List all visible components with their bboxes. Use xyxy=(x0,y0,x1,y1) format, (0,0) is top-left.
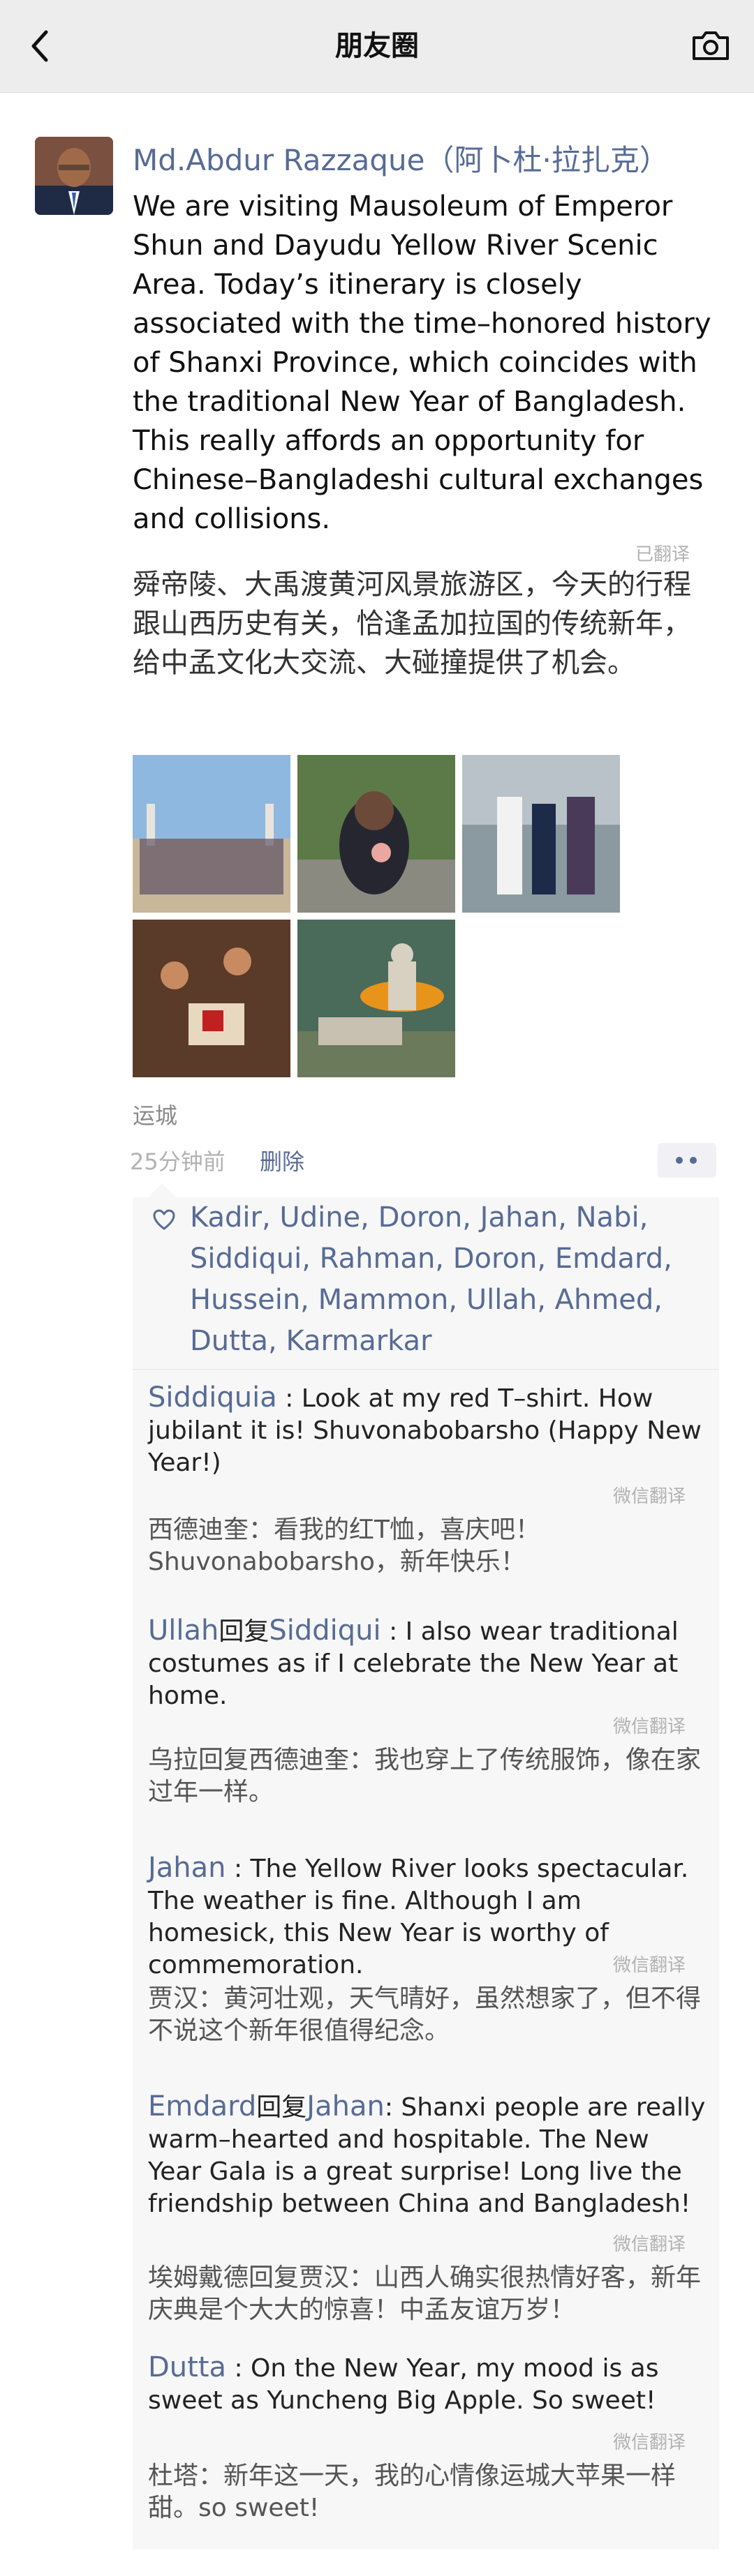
comment-translation: 乌拉回复西德迪奎：我也穿上了传统服饰，像在家过年一样。 xyxy=(148,1746,702,1806)
post-photo-4[interactable] xyxy=(133,920,290,1077)
wechat-translate-label: 微信翻译 xyxy=(613,2432,686,2453)
comment-translation: 杜塔：新年这一天，我的心情像运城大苹果一样甜。so sweet! xyxy=(148,2462,677,2522)
post-photo-3[interactable] xyxy=(462,755,620,913)
post-text-english: We are visiting Mausoleum of Emperor Shu… xyxy=(133,190,711,535)
post-photo-1[interactable] xyxy=(133,755,290,913)
comment[interactable]: Ullah回复Siddiqui : I also wear traditiona… xyxy=(148,1615,707,1712)
comment[interactable]: Emdard回复Jahan: Shanxi people are really … xyxy=(148,2090,707,2220)
likes-divider xyxy=(133,1369,719,1370)
wechat-translate-label: 微信翻译 xyxy=(613,1486,686,1507)
heart-icon xyxy=(153,1209,175,1230)
avatar[interactable] xyxy=(35,137,113,215)
post-time: 25分钟前 xyxy=(130,1148,226,1175)
post-photo-2[interactable] xyxy=(297,755,455,913)
comment-reply-to[interactable]: Siddiqui xyxy=(269,1615,380,1647)
wechat-translate-label: 微信翻译 xyxy=(613,1716,686,1737)
nav-bar: 朋友圈 xyxy=(0,0,754,93)
wechat-translate-label: 微信翻译 xyxy=(613,2234,686,2255)
comment-translation: 埃姆戴德回复贾汉：山西人确实很热情好客，新年庆典是个大大的惊喜！中孟友谊万岁！ xyxy=(148,2263,702,2324)
post-text-chinese: 舜帝陵、大禹渡黄河风景旅游区，今天的行程跟山西历史有关，恰逢孟加拉国的传统新年，… xyxy=(133,569,691,679)
comment[interactable]: Dutta : On the New Year, my mood is as s… xyxy=(148,2351,707,2417)
comment-author[interactable]: Siddiquia xyxy=(148,1381,277,1414)
camera-icon[interactable] xyxy=(691,29,730,61)
comment-author[interactable]: Emdard xyxy=(148,2090,256,2122)
page-title: 朋友圈 xyxy=(335,30,419,62)
author-name[interactable]: Md.Abdur Razzaque（阿卜杜·拉扎克） xyxy=(133,137,669,179)
comment-reply-word: 回复 xyxy=(219,1617,269,1646)
likes-list[interactable]: Kadir, Udine, Doron, Jahan, Nabi, Siddiq… xyxy=(190,1197,707,1362)
more-dots-icon[interactable] xyxy=(658,1143,716,1178)
comment-author[interactable]: Jahan xyxy=(148,1852,226,1884)
comment-author[interactable]: Ullah xyxy=(148,1615,219,1647)
translated-label: 已翻译 xyxy=(635,544,690,565)
comment-author[interactable]: Dutta xyxy=(148,2351,226,2383)
comment-reply-word: 回复 xyxy=(256,2093,307,2122)
wechat-translate-label: 微信翻译 xyxy=(613,1955,686,1976)
comment[interactable]: Siddiquia : Look at my red T–shirt. How … xyxy=(148,1381,707,1479)
post-photo-5[interactable] xyxy=(297,920,455,1077)
comment-panel-pointer xyxy=(148,1183,176,1197)
comment-reply-to[interactable]: Jahan xyxy=(306,2090,385,2122)
comment-body: : The Yellow River looks spectacular. Th… xyxy=(148,1855,689,1979)
post-location[interactable]: 运城 xyxy=(133,1098,177,1130)
comment-translation: 贾汉：黄河壮观，天气晴好，虽然想家了，但不得不说这个新年很值得纪念。 xyxy=(148,1984,702,2045)
delete-link[interactable]: 删除 xyxy=(260,1144,304,1176)
comment-translation: 西德迪奎：看我的红T恤，喜庆吧！Shuvonabobarsho，新年快乐！ xyxy=(148,1515,540,1576)
